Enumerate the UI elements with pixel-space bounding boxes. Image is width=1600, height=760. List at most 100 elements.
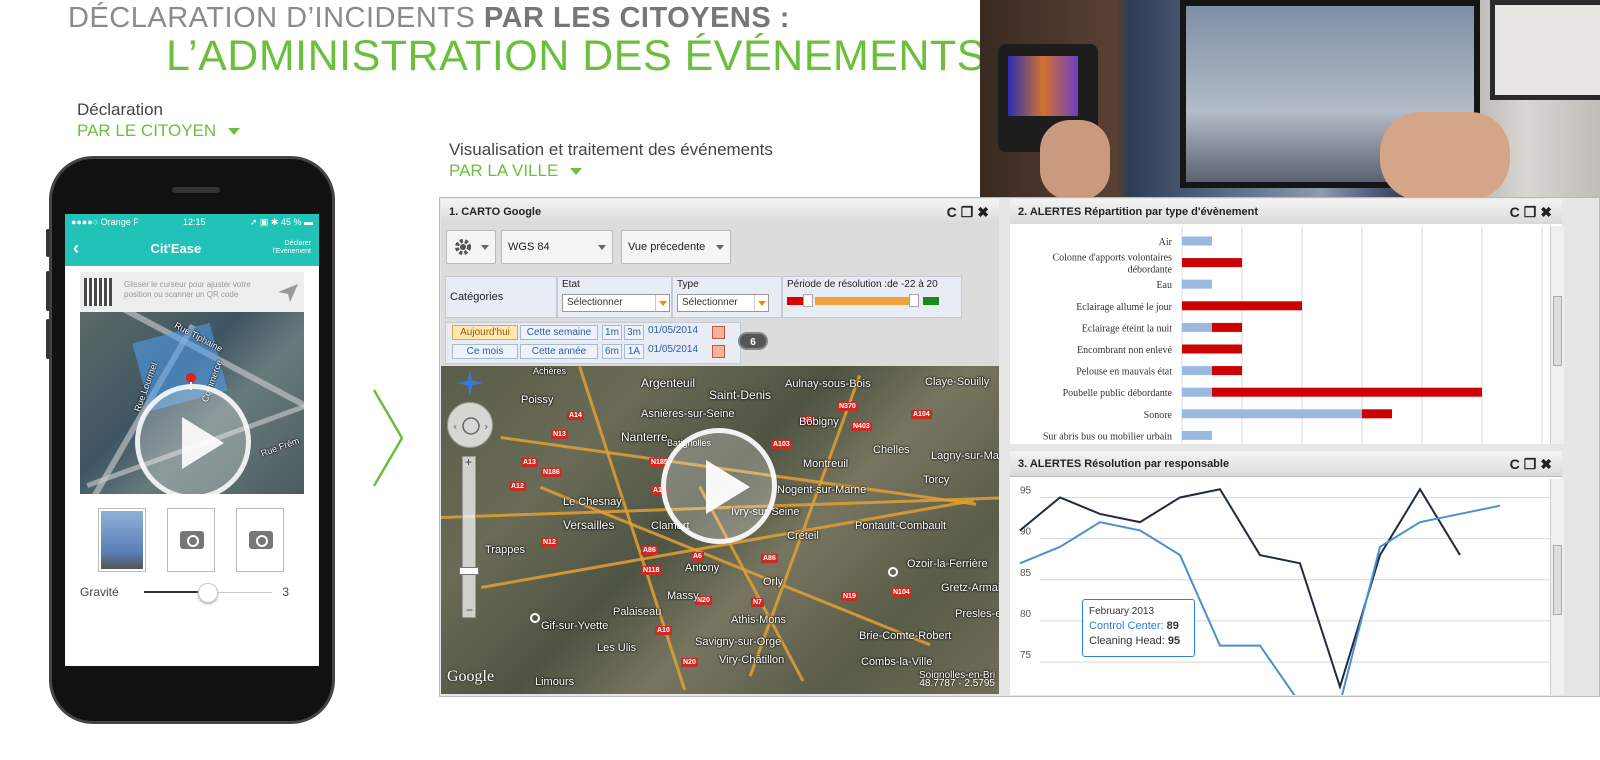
date-btn-1m[interactable]: 1m [602,325,622,340]
map-city-label: Le Chesnay [563,496,622,508]
play-video-icon[interactable] [661,428,777,544]
add-photo-slot[interactable] [167,508,215,572]
declare-line2: l'Evènement [272,248,311,255]
map-city-label: Antony [685,562,720,574]
map-city-label: Torcy [923,474,950,486]
result-count-badge[interactable]: 6 [738,332,768,350]
restore-icon[interactable]: ❐ [1524,204,1541,220]
category-label: Sur abris bus ou mobilier urbain [1043,431,1172,442]
bar-segment [1362,409,1392,419]
bar-segment [1182,387,1212,397]
map-city-label: Massy [667,590,699,602]
date-btn-1a[interactable]: 1A [624,344,644,359]
restore-icon[interactable]: ❐ [1524,456,1541,472]
date-btn-today[interactable]: Aujourd'hui [452,325,518,340]
bar-segment [1182,258,1242,268]
date-btn-week[interactable]: Cette semaine [520,325,598,340]
bar-segment [1182,279,1212,289]
date-btn-month[interactable]: Ce mois [452,344,518,359]
city-sub-text: PAR LA VILLE [449,161,559,180]
gravity-row: Gravité 3 [80,582,304,603]
category-label: Eau [1156,280,1172,291]
control-room-photo [980,0,1600,200]
period-filter: Période de résolution :de -22 à 20 [782,276,962,318]
add-photo-slot[interactable] [236,508,284,572]
phone-earpiece [172,187,220,193]
chevron-down-icon [716,245,724,250]
category-label: Encombrant non enlevé [1077,345,1173,356]
qr-hint-box[interactable]: Glisser le curseur pour ajuster votre po… [80,272,304,312]
gravity-slider-track[interactable] [144,583,272,603]
map-city-label: Montreuil [803,458,849,470]
date-btn-3m[interactable]: 3m [624,325,644,340]
map-city-label: Gif-sur-Yvette [541,620,609,632]
photo-thumbnail[interactable] [98,508,146,572]
battery-status: ➚ ▣ ✱ 45 % ▬ [249,216,313,227]
triangle-down-icon [228,128,241,136]
map-city-label: Nanterre [621,430,668,444]
restore-icon[interactable]: ❐ [961,204,978,220]
period-slider-handle[interactable] [803,294,813,307]
map-city-label: Savigny-sur-Orge [695,636,782,648]
date-btn-year[interactable]: Cette année [520,344,598,359]
map-city-label: Lagny-sur-Ma [931,450,999,462]
map-zoom-slider[interactable]: + − [459,455,479,618]
google-map[interactable]: A14 N13 A13 N186 A12 A13 N185 N2 A103 N3… [441,366,999,694]
gravity-slider-knob[interactable] [198,583,218,603]
period-slider-handle[interactable] [909,294,919,307]
map-city-label: Orly [763,576,784,588]
refresh-icon[interactable]: C [947,204,961,220]
back-chevron-icon[interactable]: ‹ [73,238,79,259]
bar-segment [1182,301,1302,311]
map-pan-control[interactable]: ‹ › [447,402,493,448]
date-btn-6m[interactable]: 6m [602,344,622,359]
scrollbar-thumb[interactable] [1553,545,1562,615]
map-marker-icon [888,567,898,577]
panel2-header: 2. ALERTES Répartition par type d'évènem… [1010,199,1562,225]
map-city-label: Claye-Souilly [925,376,990,388]
compass-icon[interactable] [457,370,483,396]
app-navbar: ‹ Cit'Ease Déclarer l'Evènement [65,230,319,266]
panel2-scrollbar[interactable] [1550,226,1564,444]
road-number: N370 [837,402,858,411]
category-label: Sonore [1144,410,1173,421]
map-city-label: Trappes [485,544,525,556]
photo-camera-screen [1008,56,1078,116]
refresh-icon[interactable]: C [1510,204,1524,220]
zoom-out-icon[interactable]: − [466,603,473,617]
map-city-label: Chelles [873,444,910,456]
categories-button[interactable]: Catégories [445,276,557,318]
close-icon[interactable]: ✖ [1540,456,1556,472]
settings-dropdown[interactable] [446,230,496,264]
close-icon[interactable]: ✖ [1540,204,1556,220]
date-from[interactable]: 01/05/2014 [648,325,698,336]
date-to[interactable]: 01/05/2014 [648,344,698,355]
refresh-icon[interactable]: C [1510,456,1524,472]
declare-button[interactable]: Déclarer l'Evènement [273,240,311,256]
zoom-in-icon[interactable]: + [465,455,472,469]
location-arrow-icon[interactable] [276,282,298,302]
panel1-title: 1. CARTO Google [449,206,542,218]
map-marker-icon [530,613,540,623]
calendar-icon[interactable] [712,326,725,339]
tooltip-s2-label: Cleaning Head: [1089,635,1165,647]
tooltip-s1-value: 89 [1166,620,1179,632]
headline-line1: DÉCLARATION D’INCIDENTS PAR LES CITOYENS… [68,2,790,35]
panel3-scrollbar[interactable] [1550,479,1564,695]
scrollbar-thumb[interactable] [1553,296,1562,366]
zoom-knob[interactable] [459,567,479,575]
type-select[interactable]: Sélectionner [677,294,769,312]
play-video-icon[interactable] [135,384,251,500]
projection-select[interactable]: WGS 84 [501,230,613,264]
city-sub: PAR LA VILLE [449,161,583,181]
calendar-icon[interactable] [712,345,725,358]
view-select[interactable]: Vue précedente [621,230,731,264]
qr-hint-text: Glisser le curseur pour ajuster votre po… [124,280,251,299]
etat-select[interactable]: Sélectionner [562,294,670,312]
category-label: Eclairage éteint la nuit [1082,323,1172,334]
close-icon[interactable]: ✖ [977,204,993,220]
map-city-label: Ozoir-la-Ferrière [907,558,988,570]
bar-segment [1182,322,1212,332]
chart-tooltip: February 2013 Control Center: 89 Cleanin… [1082,599,1195,657]
panel3-controls: C❐✖ [1510,451,1556,477]
